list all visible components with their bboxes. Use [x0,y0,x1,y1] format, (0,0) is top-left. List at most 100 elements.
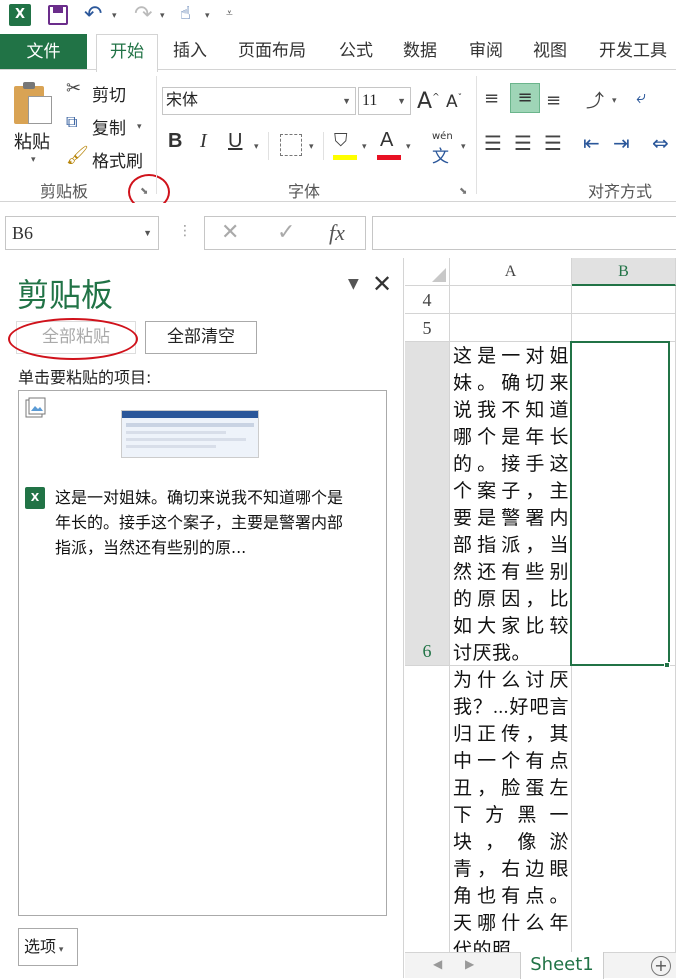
formula-input[interactable] [372,216,676,250]
phonetic-guide-icon[interactable]: 文 [432,142,449,167]
copy-button[interactable]: 复制 [92,114,126,139]
cell-a6[interactable]: 这是一对姐妹。确切来说我不知道哪个是年长的。接手这个案子，主要是警署内部指派，当… [450,342,572,666]
align-center-icon[interactable]: ☰ [514,131,532,155]
fill-dropdown-icon[interactable]: ▾ [362,142,367,152]
top-align-icon[interactable]: ≡ [484,88,499,109]
row-header-7[interactable] [405,666,450,978]
column-header-a[interactable]: A [450,258,572,286]
tab-review[interactable]: 审阅 [458,34,514,70]
bottom-align-icon[interactable]: ≡ [546,90,561,111]
orientation-icon[interactable]: ⤴ [586,87,604,113]
ribbon-tabs: 文件 开始 插入 页面布局 公式 数据 审阅 视图 开发工具 [0,30,676,72]
format-painter-icon[interactable]: 🖌 [66,145,89,166]
wrap-text-icon[interactable]: ⤶ [636,87,646,108]
touch-dropdown-icon[interactable]: ▾ [205,11,210,21]
clipboard-items-list: X 这是一对姐妹。确切来说我不知道哪个是年长的。接手这个案子，主要是警署内部指派… [18,390,387,916]
paste-button-label[interactable]: 粘贴 [14,128,50,154]
enter-icon[interactable]: ✓ [277,220,295,245]
insert-function-icon[interactable]: fx [329,220,345,246]
fill-handle[interactable] [664,662,670,668]
border-icon[interactable] [280,134,302,156]
copy-dropdown-icon[interactable]: ▾ [137,122,142,132]
cell-a6-text: 这是一对姐妹。确切来说我不知道哪个是年长的。接手这个案子，主要是警署内部指派，当… [453,346,569,664]
tab-developer[interactable]: 开发工具 [590,34,676,70]
name-box[interactable]: B6 ▼ [5,216,159,250]
redo-icon[interactable]: ↷ [134,2,152,27]
quick-access-toolbar: X ↶ ▾ ↷ ▾ ☝ ▾ ⩡ [0,0,676,30]
selection-box [570,341,670,666]
paste-dropdown-icon[interactable]: ▾ [31,155,36,165]
align-right-icon[interactable]: ☰ [544,131,562,155]
group-separator [476,76,477,194]
cancel-icon[interactable]: ✕ [221,220,239,245]
tab-data[interactable]: 数据 [392,34,448,70]
cell-a5[interactable] [450,314,572,342]
next-sheet-icon[interactable]: ▶ [465,957,474,971]
column-header-b[interactable]: B [572,258,676,286]
increase-indent-icon[interactable]: ⇥ [613,131,630,155]
undo-dropdown-icon[interactable]: ▾ [112,11,117,21]
format-painter-button[interactable]: 格式刷 [92,147,143,172]
tab-view[interactable]: 视图 [522,34,578,70]
tab-home[interactable]: 开始 [96,34,158,72]
clipboard-pane: 剪贴板 ▼ ✕ 全部粘贴 全部清空 单击要粘贴的项目: X 这是一对姐妹。确切来… [0,258,404,978]
row-header-5[interactable]: 5 [405,314,450,342]
cell-a7[interactable]: 为什么讨厌我？...好吧言归正传，其中一个有点丑，脸蛋左下方黑一块，像淤青，右边… [450,666,572,978]
tab-insert[interactable]: 插入 [162,34,218,70]
cell-b5[interactable] [572,314,676,342]
underline-button[interactable]: U [228,130,242,153]
font-color-dropdown-icon[interactable]: ▾ [406,142,411,152]
picture-icon [25,397,46,418]
select-all-corner[interactable] [405,258,450,286]
shrink-font-button[interactable]: Aˇ [446,92,462,112]
tab-page-layout[interactable]: 页面布局 [226,34,318,70]
close-icon[interactable]: ✕ [372,270,392,298]
font-size-select[interactable]: 11 ▼ [358,87,411,115]
redo-dropdown-icon[interactable]: ▾ [160,11,165,21]
cell-b4[interactable] [572,286,676,314]
pane-options-dropdown-icon[interactable]: ▼ [348,276,359,292]
bold-button[interactable]: B [168,130,182,153]
options-button[interactable]: 选项 ▾ [18,928,78,966]
clipboard-item-image[interactable] [121,410,259,458]
copy-icon[interactable]: ⧉ [66,112,77,132]
merge-center-icon[interactable]: ⇔ [652,131,669,155]
cut-button[interactable]: 剪切 [92,81,126,106]
sheet-tab-sheet1[interactable]: Sheet1 [520,952,604,979]
font-name-select[interactable]: 宋体 ▼ [162,87,356,115]
touch-mode-icon[interactable]: ☝ [180,3,191,24]
cell-b7[interactable] [572,666,676,978]
fill-color-icon[interactable]: ⛉ [334,130,348,151]
formula-buttons: ✕ ✓ fx [204,216,366,250]
font-group-label: 字体 [288,182,321,201]
clear-all-button[interactable]: 全部清空 [145,321,257,354]
row-header-4[interactable]: 4 [405,286,450,314]
clipboard-group-label: 剪贴板 [40,182,89,201]
font-dialog-launcher-icon[interactable]: ⬊ [459,186,467,197]
cell-a4[interactable] [450,286,572,314]
tab-file[interactable]: 文件 [0,34,87,70]
orientation-dropdown-icon[interactable]: ▾ [612,96,617,106]
scissors-icon[interactable]: ✂ [66,78,81,99]
italic-button[interactable]: I [200,130,207,153]
grow-font-button[interactable]: A^ [417,89,440,114]
middle-align-icon[interactable]: ≡ [510,83,540,113]
decrease-indent-icon[interactable]: ⇤ [583,131,600,155]
phonetic-dropdown-icon[interactable]: ▾ [461,142,466,152]
underline-dropdown-icon[interactable]: ▾ [254,142,259,152]
add-sheet-icon[interactable]: + [651,956,671,976]
paste-icon[interactable] [14,82,54,126]
clipboard-item-text[interactable]: 这是一对姐妹。确切来说我不知道哪个是年长的。接手这个案子，主要是警署内部指派，当… [55,485,355,560]
save-icon[interactable] [48,5,68,25]
font-color-icon[interactable]: A [380,129,393,152]
pane-title: 剪贴板 [17,276,114,314]
align-left-icon[interactable]: ☰ [484,131,502,155]
row-header-6[interactable]: 6 [405,342,450,666]
customize-toolbar-icon[interactable]: ⩡ [226,6,233,21]
border-dropdown-icon[interactable]: ▾ [309,142,314,152]
undo-icon[interactable]: ↶ [84,2,102,27]
pane-hint: 单击要粘贴的项目: [18,368,152,387]
tab-formulas[interactable]: 公式 [328,34,384,70]
prev-sheet-icon[interactable]: ◀ [433,957,442,971]
worksheet-grid: A B 4 5 6 这是一对姐妹。确切来说我不知道哪个是年长的。接手这个案子，主… [405,258,676,978]
